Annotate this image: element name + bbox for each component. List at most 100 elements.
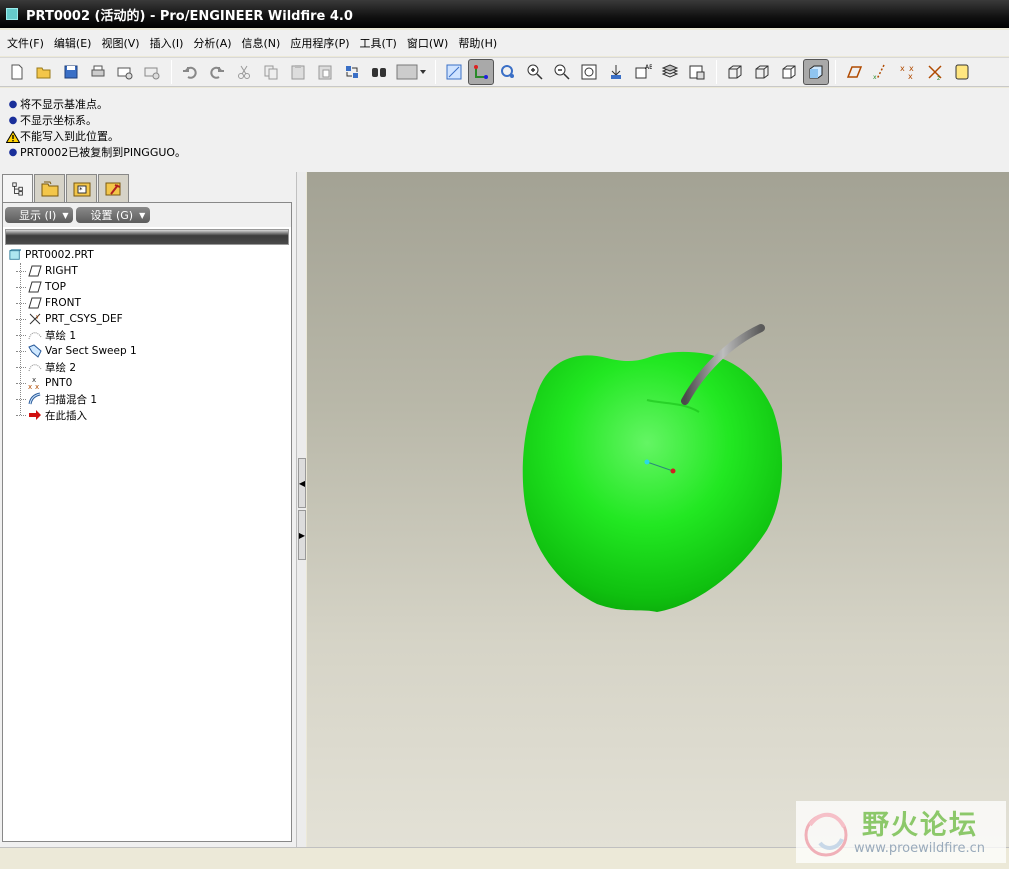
svg-text:x: x [900, 64, 905, 73]
message-text: 不能写入到此位置。 [20, 130, 119, 143]
undo-icon[interactable] [177, 59, 203, 85]
wireframe-icon[interactable] [722, 59, 748, 85]
warning-icon [6, 131, 20, 143]
message-line: ● PRT0002已被复制到PINGGUO。 [6, 145, 1009, 161]
show-dropdown-label: 显示 (I) [19, 209, 57, 222]
datum-points-icon[interactable]: xxx [895, 59, 921, 85]
reorient-icon[interactable] [603, 59, 629, 85]
menu-applications[interactable]: 应用程序(P) [285, 35, 354, 51]
watermark-url: www.proewildfire.cn [854, 841, 985, 856]
sketch-icon [27, 328, 43, 342]
tree-item-label: PNT0 [45, 377, 73, 389]
svg-text:x: x [873, 74, 877, 81]
tree-item-label: RIGHT [45, 265, 78, 277]
tree-item-front[interactable]: FRONT [7, 295, 287, 311]
sweep-icon [27, 344, 43, 358]
title-bar: PRT0002 (活动的) - Pro/ENGINEER Wildfire 4.… [0, 0, 1009, 28]
forum-watermark: 野火论坛 www.proewildfire.cn [796, 801, 1006, 863]
menu-tools[interactable]: 工具(T) [355, 35, 402, 51]
menu-edit[interactable]: 编辑(E) [49, 35, 97, 51]
tab-model-tree[interactable] [2, 174, 33, 202]
mail-icon[interactable] [139, 59, 165, 85]
tree-item-label: 在此插入 [45, 409, 87, 422]
tree-item-insert-here[interactable]: 在此插入 [7, 407, 287, 423]
copy-icon[interactable] [258, 59, 284, 85]
find-icon[interactable] [366, 59, 392, 85]
menu-analysis[interactable]: 分析(A) [188, 35, 236, 51]
send-mail-icon[interactable] [112, 59, 138, 85]
tree-item-csys[interactable]: y PRT_CSYS_DEF [7, 311, 287, 327]
svg-text:*: * [79, 186, 83, 194]
print-icon[interactable] [85, 59, 111, 85]
menu-help[interactable]: 帮助(H) [453, 35, 502, 51]
info-bullet-icon: ● [8, 147, 18, 158]
tab-favorites[interactable]: * [66, 174, 97, 202]
saved-views-icon[interactable]: AB [630, 59, 656, 85]
expand-right-button[interactable]: ▶ [298, 510, 306, 560]
settings-dropdown-label: 设置 (G) [90, 209, 134, 222]
cut-icon[interactable] [231, 59, 257, 85]
model-tree-header: 显示 (I) ▼ 设置 (G) ▼ [3, 203, 291, 227]
tab-folder-browser[interactable] [34, 174, 65, 202]
refit-icon[interactable] [576, 59, 602, 85]
graphics-window[interactable] [307, 172, 1009, 847]
settings-dropdown[interactable]: 设置 (G) ▼ [76, 207, 151, 223]
zoom-out-icon[interactable] [549, 59, 575, 85]
tree-item-label: PRT0002.PRT [25, 249, 94, 261]
info-bullet-icon: ● [8, 115, 18, 126]
model-tree-box: 显示 (I) ▼ 设置 (G) ▼ PRT0002.PRT RIGHT TOP FR… [2, 202, 292, 842]
app-icon [6, 8, 18, 20]
tree-item-var-sect-sweep[interactable]: Var Sect Sweep 1 [7, 343, 287, 359]
tree-item-swept-blend[interactable]: 扫描混合 1 [7, 391, 287, 407]
display-style-icon[interactable] [441, 59, 467, 85]
datum-plane-icon [27, 264, 43, 278]
spin-center-icon[interactable] [468, 59, 494, 85]
chevron-left-icon: ◀ [298, 478, 306, 488]
view-manager-2-icon[interactable] [684, 59, 710, 85]
menu-view[interactable]: 视图(V) [96, 35, 144, 51]
show-dropdown[interactable]: 显示 (I) ▼ [5, 207, 74, 223]
csys-icon: y [27, 312, 43, 326]
paste-special-icon[interactable] [312, 59, 338, 85]
tree-root-part[interactable]: PRT0002.PRT [7, 247, 287, 263]
view-manager-icon[interactable] [495, 59, 521, 85]
model-view [522, 324, 783, 612]
regenerate-icon[interactable] [339, 59, 365, 85]
save-icon[interactable] [58, 59, 84, 85]
tab-connections[interactable] [98, 174, 129, 202]
collapse-left-button[interactable]: ◀ [298, 458, 306, 508]
layers-icon[interactable] [657, 59, 683, 85]
tree-item-right[interactable]: RIGHT [7, 263, 287, 279]
window-title: PRT0002 (活动的) - Pro/ENGINEER Wildfire 4.… [26, 8, 353, 24]
apple-model[interactable] [522, 324, 783, 612]
datum-planes-icon[interactable] [841, 59, 867, 85]
open-icon[interactable] [31, 59, 57, 85]
tree-item-sketch-2[interactable]: 草绘 2 [7, 359, 287, 375]
redo-icon[interactable] [204, 59, 230, 85]
menu-window[interactable]: 窗口(W) [402, 35, 453, 51]
new-icon[interactable] [4, 59, 30, 85]
navigator-panel: * 显示 (I) ▼ 设置 (G) ▼ PRT0002.PRT RIGHT TOP [0, 172, 296, 847]
datum-end-point [670, 468, 676, 474]
annotation-icon[interactable] [949, 59, 975, 85]
menu-file[interactable]: 文件(F) [2, 35, 49, 51]
svg-text:x: x [35, 383, 39, 390]
select-box-icon[interactable] [393, 59, 429, 85]
datum-axes-icon[interactable]: x [868, 59, 894, 85]
shading-icon[interactable] [803, 59, 829, 85]
menu-insert[interactable]: 插入(I) [145, 35, 189, 51]
csys-icon[interactable]: z [922, 59, 948, 85]
paste-icon[interactable] [285, 59, 311, 85]
apple-body [522, 351, 783, 612]
svg-text:x: x [32, 376, 36, 384]
tree-item-sketch-1[interactable]: 草绘 1 [7, 327, 287, 343]
hidden-line-icon[interactable] [749, 59, 775, 85]
datum-origin-point [644, 459, 650, 465]
tree-item-label: TOP [45, 281, 67, 293]
no-hidden-icon[interactable] [776, 59, 802, 85]
zoom-in-icon[interactable] [522, 59, 548, 85]
menu-info[interactable]: 信息(N) [237, 35, 286, 51]
panel-splitter[interactable]: ◀ ▶ [296, 172, 306, 847]
tree-item-top[interactable]: TOP [7, 279, 287, 295]
tree-item-pnt0[interactable]: xxx PNT0 [7, 375, 287, 391]
